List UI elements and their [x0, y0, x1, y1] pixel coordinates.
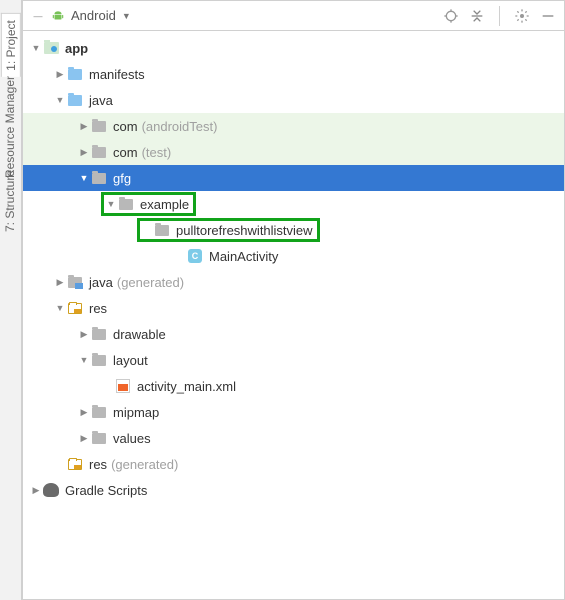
tree-row-res[interactable]: ▼ res	[23, 295, 564, 321]
sidebar-tab-resource[interactable]: Resource Manager	[0, 76, 48, 178]
package-icon	[91, 352, 107, 368]
package-icon	[91, 118, 107, 134]
tree-row-com-androidtest[interactable]: ▶ com (androidTest)	[23, 113, 564, 139]
class-icon: C	[187, 248, 203, 264]
expander-icon[interactable]: ▼	[77, 171, 91, 185]
tree-row-res-gen[interactable]: ▶ res (generated)	[23, 451, 564, 477]
expander-icon[interactable]: ▶	[77, 431, 91, 445]
expander-icon[interactable]: ▶	[77, 145, 91, 159]
sidebar-tab-structure[interactable]: 7: Structure	[0, 170, 48, 232]
tree-row-com-test[interactable]: ▶ com (test)	[23, 139, 564, 165]
view-dropdown[interactable]: Android	[71, 8, 116, 23]
tree-row-values[interactable]: ▶ values	[23, 425, 564, 451]
tree-label: res	[89, 457, 107, 472]
tree-label: com	[113, 119, 138, 134]
xml-file-icon	[115, 378, 131, 394]
tree-label: example	[140, 197, 189, 212]
highlight-box: ▼ example	[101, 192, 196, 216]
expander-icon[interactable]: ▼	[53, 301, 67, 315]
panel-collapse-icon[interactable]: —	[31, 9, 45, 23]
tree-label: Gradle Scripts	[65, 483, 147, 498]
tree-suffix: (generated)	[111, 457, 178, 472]
expander-icon[interactable]: ▶	[29, 483, 43, 497]
tree-row-java[interactable]: ▼ java	[23, 87, 564, 113]
tree-label: java	[89, 275, 113, 290]
collapse-vert-icon[interactable]	[469, 8, 485, 24]
folder-gen-icon	[67, 274, 83, 290]
separator	[499, 6, 500, 26]
expander-icon[interactable]: ▼	[104, 197, 118, 211]
package-icon	[91, 144, 107, 160]
expander-icon[interactable]: ▼	[77, 353, 91, 367]
tree-row-mipmap[interactable]: ▶ mipmap	[23, 399, 564, 425]
package-icon	[91, 326, 107, 342]
expander-icon[interactable]: ▶	[53, 67, 67, 81]
tree-label: values	[113, 431, 151, 446]
tree-row-mainactivity[interactable]: ▶ C MainActivity	[23, 243, 564, 269]
tree-label: mipmap	[113, 405, 159, 420]
tree-row-drawable[interactable]: ▶ drawable	[23, 321, 564, 347]
package-icon	[91, 170, 107, 186]
tree-row-gfg[interactable]: ▼ gfg	[23, 165, 564, 191]
toolbar: — Android ▼	[23, 1, 564, 31]
tree-row-manifests[interactable]: ▶ manifests	[23, 61, 564, 87]
project-tree[interactable]: ▼ app ▶ manifests ▼ java ▶ com	[23, 31, 564, 599]
sidebar-tab-project[interactable]: 1: Project	[1, 13, 21, 77]
target-icon[interactable]	[443, 8, 459, 24]
tree-row-layout[interactable]: ▼ layout	[23, 347, 564, 373]
minimize-icon[interactable]	[540, 8, 556, 24]
expander-icon[interactable]: ▶	[77, 327, 91, 341]
expander-icon[interactable]: ▶	[77, 119, 91, 133]
tree-suffix: (test)	[142, 145, 172, 160]
package-icon	[91, 404, 107, 420]
tree-row-pulltorefresh[interactable]: ▼ pulltorefreshwithlistview	[23, 217, 564, 243]
android-icon	[51, 9, 65, 23]
expander-icon[interactable]: ▶	[77, 405, 91, 419]
package-icon	[118, 196, 134, 212]
tree-label: drawable	[113, 327, 166, 342]
tree-label: MainActivity	[209, 249, 278, 264]
tree-row-app[interactable]: ▼ app	[23, 35, 564, 61]
tree-row-activity-main[interactable]: ▶ activity_main.xml	[23, 373, 564, 399]
tree-row-gradle[interactable]: ▶ Gradle Scripts	[23, 477, 564, 503]
gradle-icon	[43, 482, 59, 498]
tree-suffix: (androidTest)	[142, 119, 218, 134]
chevron-down-icon[interactable]: ▼	[122, 11, 131, 21]
tree-suffix: (generated)	[117, 275, 184, 290]
expander-icon[interactable]: ▼	[29, 41, 43, 55]
package-icon	[91, 430, 107, 446]
expander-icon[interactable]: ▼	[53, 93, 67, 107]
gear-icon[interactable]	[514, 8, 530, 24]
tree-label: gfg	[113, 171, 131, 186]
highlight-box: ▼ pulltorefreshwithlistview	[137, 218, 320, 242]
project-panel: — Android ▼ ▼ app	[22, 0, 565, 600]
module-icon	[43, 40, 59, 56]
tree-label: manifests	[89, 67, 145, 82]
tree-label: layout	[113, 353, 148, 368]
folder-icon	[67, 92, 83, 108]
tree-label: res	[89, 301, 107, 316]
folder-icon	[67, 66, 83, 82]
tree-label: java	[89, 93, 113, 108]
package-icon	[154, 222, 170, 238]
tree-label: app	[65, 41, 88, 56]
sidebar: 1: Project Resource Manager 7: Structure	[0, 0, 22, 600]
tree-label: activity_main.xml	[137, 379, 236, 394]
tree-row-java-gen[interactable]: ▶ java (generated)	[23, 269, 564, 295]
tree-label: pulltorefreshwithlistview	[176, 223, 313, 238]
expander-icon[interactable]: ▶	[53, 275, 67, 289]
res-folder-icon	[67, 300, 83, 316]
tree-label: com	[113, 145, 138, 160]
res-folder-icon	[67, 456, 83, 472]
tree-row-example[interactable]: ▼ example	[23, 191, 564, 217]
